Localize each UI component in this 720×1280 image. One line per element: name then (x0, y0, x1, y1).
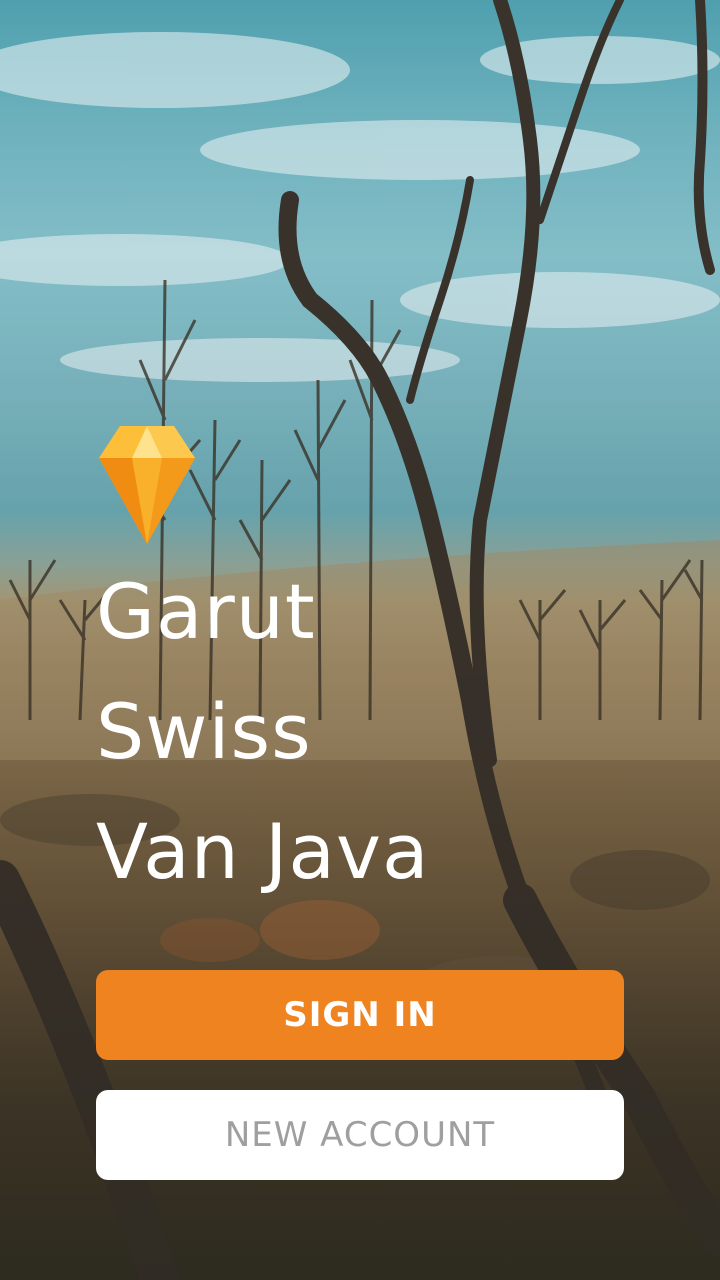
app-title-line-3: Van Java (96, 807, 430, 896)
sketch-diamond-icon (99, 426, 195, 544)
app-title: Garut Swiss Van Java (96, 552, 430, 912)
sign-in-button[interactable]: SIGN IN (96, 970, 624, 1060)
new-account-button[interactable]: NEW ACCOUNT (96, 1090, 624, 1180)
app-title-line-1: Garut (96, 567, 316, 656)
app-title-line-2: Swiss (96, 687, 312, 776)
